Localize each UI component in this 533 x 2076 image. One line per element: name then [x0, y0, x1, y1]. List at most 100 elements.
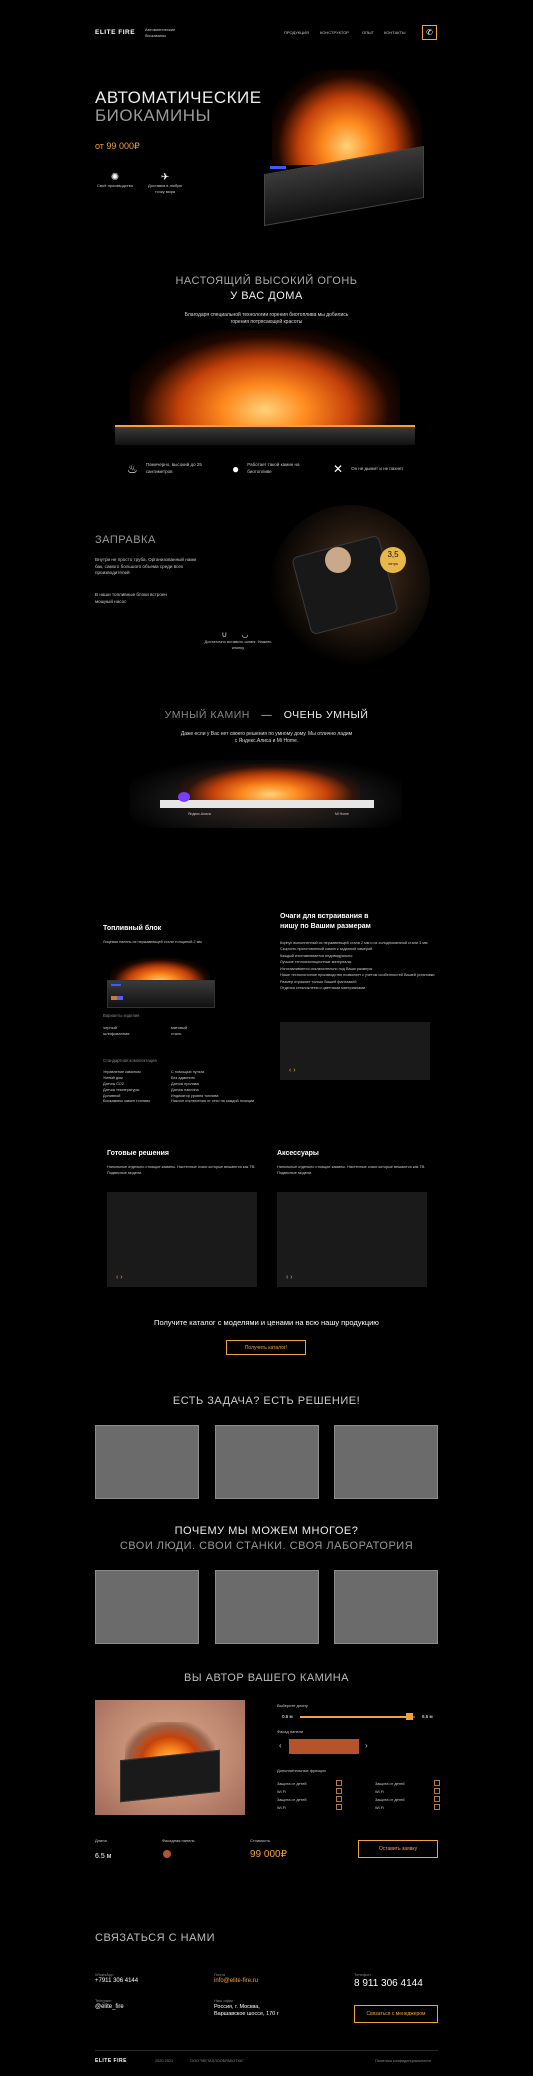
- length-min: 0.5 м: [282, 1714, 293, 1719]
- catalog-button[interactable]: Получить каталог!: [226, 1340, 306, 1355]
- smart-title-left: УМНЫЙ КАМИН: [164, 709, 250, 721]
- embed-gallery-arrows[interactable]: ‹ ›: [289, 1067, 296, 1074]
- accessories-gallery-arrows[interactable]: ‹ ›: [286, 1274, 293, 1281]
- smart-burner: [160, 800, 374, 808]
- fuel-block-image: [105, 958, 215, 1008]
- color-prev-arrow[interactable]: ‹: [279, 1741, 282, 1750]
- refuel-badge-value: 3,5: [387, 550, 399, 559]
- variant-matte-line2: сталь: [171, 1030, 182, 1036]
- catalog-text: Получите каталог с моделями и ценами на …: [154, 1318, 379, 1327]
- options-left: Защита от детей Wi-Fi Защита от детей Wi…: [277, 1780, 342, 1812]
- embed-gallery: ‹ ›: [280, 1022, 430, 1080]
- nav-item-contacts[interactable]: КОНТАКТЫ: [384, 30, 406, 36]
- length-slider-thumb[interactable]: [406, 1713, 413, 1720]
- fire-feature-height: ♨ Помечерно, высокий до 25 сантиметров: [127, 462, 211, 476]
- order-button[interactable]: Оставить заявку: [358, 1840, 438, 1858]
- option-row[interactable]: Wi-Fi: [375, 1804, 440, 1812]
- option-row[interactable]: Защита от детей: [277, 1780, 342, 1788]
- color-label: Фасад панели: [277, 1729, 304, 1734]
- task-image-1: [95, 1425, 199, 1499]
- variant-black[interactable]: черный шлифованная: [103, 1025, 129, 1037]
- footer-logo[interactable]: ELITE FIRE: [95, 2058, 127, 2064]
- contact-col2: Почта info@elite-fire.ru Наш офис Россия…: [214, 1972, 334, 2018]
- hero-feature-delivery: ✈ Доставка в любую точку мира: [145, 172, 185, 195]
- header: ELITE FIRE Автоматические биокамины ПРОД…: [0, 0, 533, 60]
- option-checkbox[interactable]: [434, 1796, 440, 1802]
- task-title: ЕСТЬ ЗАДАЧА? ЕСТЬ РЕШЕНИЕ!: [172, 1395, 361, 1407]
- nav-item-experience[interactable]: ОПЫТ: [362, 30, 374, 36]
- ready-gallery-arrows[interactable]: ‹ ›: [116, 1274, 123, 1281]
- option-checkbox[interactable]: [434, 1788, 440, 1794]
- header-tagline: Автоматические биокамины: [145, 27, 176, 38]
- smart-subtitle: Даже если у Вас нет своего решения по ум…: [180, 731, 353, 744]
- author-image: [95, 1700, 245, 1815]
- fire-feature-smoke: ✕ Он не дымит и не пахнет: [333, 462, 431, 476]
- config-label: Стандартная комплектация: [103, 1058, 157, 1063]
- option-row[interactable]: Wi-Fi: [375, 1788, 440, 1796]
- accessories-desc: Напольные отдельно стоящие камины. Насте…: [277, 1165, 426, 1175]
- fire-feature-text: Помечерно, высокий до 25 сантиметров: [145, 462, 202, 474]
- email-value[interactable]: info@elite-fire.ru: [214, 1978, 334, 1984]
- gear-icon: ✺: [110, 172, 120, 183]
- fire-title-line1: НАСТОЯЩИЙ ВЫСОКИЙ ОГОНЬ: [175, 275, 358, 287]
- footer-policy[interactable]: Политика конфиденциальности: [375, 2059, 431, 2065]
- fire-flame: [130, 330, 400, 430]
- option-row[interactable]: Защита от детей: [375, 1796, 440, 1804]
- fuel-block-card: Топливный блок Лицевая панель из нержаве…: [95, 913, 265, 1085]
- option-checkbox[interactable]: [434, 1780, 440, 1786]
- option-label: Wi-Fi: [375, 1806, 384, 1810]
- config-list-left: Управление камином Умный дом Датчик СО2 …: [103, 1070, 150, 1105]
- phone-icon: ✆: [426, 28, 433, 37]
- magnet-icon: ∪ ◡: [221, 630, 255, 639]
- smart-title-dash: —: [261, 709, 273, 721]
- option-checkbox[interactable]: [336, 1780, 342, 1786]
- fire-title: НАСТОЯЩИЙ ВЫСОКИЙ ОГОНЬ У ВАС ДОМА: [0, 274, 533, 304]
- manager-button[interactable]: Связаться с менеджером: [354, 2005, 438, 2023]
- option-row[interactable]: Wi-Fi: [277, 1804, 342, 1812]
- refuel-cap: [325, 547, 351, 573]
- length-slider[interactable]: [300, 1713, 415, 1720]
- nav-item-products[interactable]: ПРОДУКЦИЯ: [284, 30, 309, 36]
- phone-button[interactable]: ✆: [422, 25, 437, 40]
- options-right: Защита от детей Wi-Fi Защита от детей Wi…: [375, 1780, 440, 1812]
- option-checkbox[interactable]: [434, 1804, 440, 1810]
- option-checkbox[interactable]: [336, 1788, 342, 1794]
- embed-item: Отделка стеклоклеем и цветными материала…: [280, 986, 365, 991]
- variant-matte-line1: матовый: [171, 1025, 188, 1030]
- config-item: Наклон отключения от сети на каждой пози…: [171, 1099, 255, 1104]
- office-value: Россия, г. Москва, Варшавское шоссе, 170…: [214, 2003, 279, 2018]
- ready-gallery: ‹ ›: [107, 1192, 257, 1287]
- fire-feature-text: Он не дымит и не пахнет: [351, 465, 404, 471]
- fire-burner: [115, 425, 415, 445]
- option-checkbox[interactable]: [336, 1804, 342, 1810]
- ready-title: Готовые решения: [107, 1150, 169, 1157]
- color-swatch[interactable]: [289, 1739, 359, 1754]
- summary-panel-label: Фасадная панель: [162, 1838, 195, 1843]
- option-row[interactable]: Защита от детей: [375, 1780, 440, 1788]
- option-label: Защита от детей: [375, 1798, 405, 1802]
- refuel-magnet-text: Достаточно вставить шланг. Нажать кнопку: [204, 639, 272, 650]
- logo[interactable]: ELITE FIRE: [95, 29, 135, 36]
- nav-item-constructor[interactable]: КОНСТРУКТОР: [320, 30, 349, 36]
- color-next-arrow[interactable]: ›: [365, 1741, 368, 1750]
- phone-value[interactable]: 8 911 306 4144: [354, 1978, 454, 1989]
- task-image-3: [334, 1425, 438, 1499]
- length-slider-fill: [300, 1716, 409, 1718]
- telegram-value[interactable]: @elite_fire: [95, 2004, 195, 2010]
- why-image-1: [95, 1570, 199, 1644]
- whatsapp-value[interactable]: +7911 306 4144: [95, 1978, 195, 1984]
- refuel-image: 3,5 литра: [270, 505, 430, 665]
- fuel-block-desc: Лицевая панель из нержавеющей стали толщ…: [103, 940, 202, 944]
- refuel-text1: Внутри не просто труба. Организованный н…: [95, 557, 197, 576]
- summary-panel-swatch: [163, 1850, 171, 1858]
- order-button-label: Оставить заявку: [378, 1846, 418, 1852]
- catalog-button-label: Получить каталог!: [244, 1344, 288, 1351]
- summary-price: 99 000₽: [250, 1849, 287, 1860]
- option-row[interactable]: Wi-Fi: [277, 1788, 342, 1796]
- option-row[interactable]: Защита от детей: [277, 1796, 342, 1804]
- why-title-line2: СВОИ ЛЮДИ. СВОИ СТАНКИ. СВОЯ ЛАБОРАТОРИЯ: [119, 1540, 414, 1553]
- option-checkbox[interactable]: [336, 1796, 342, 1802]
- hero-led: [270, 166, 286, 169]
- variant-matte[interactable]: матовый сталь: [171, 1025, 187, 1037]
- cross-icon: ✕: [333, 462, 344, 476]
